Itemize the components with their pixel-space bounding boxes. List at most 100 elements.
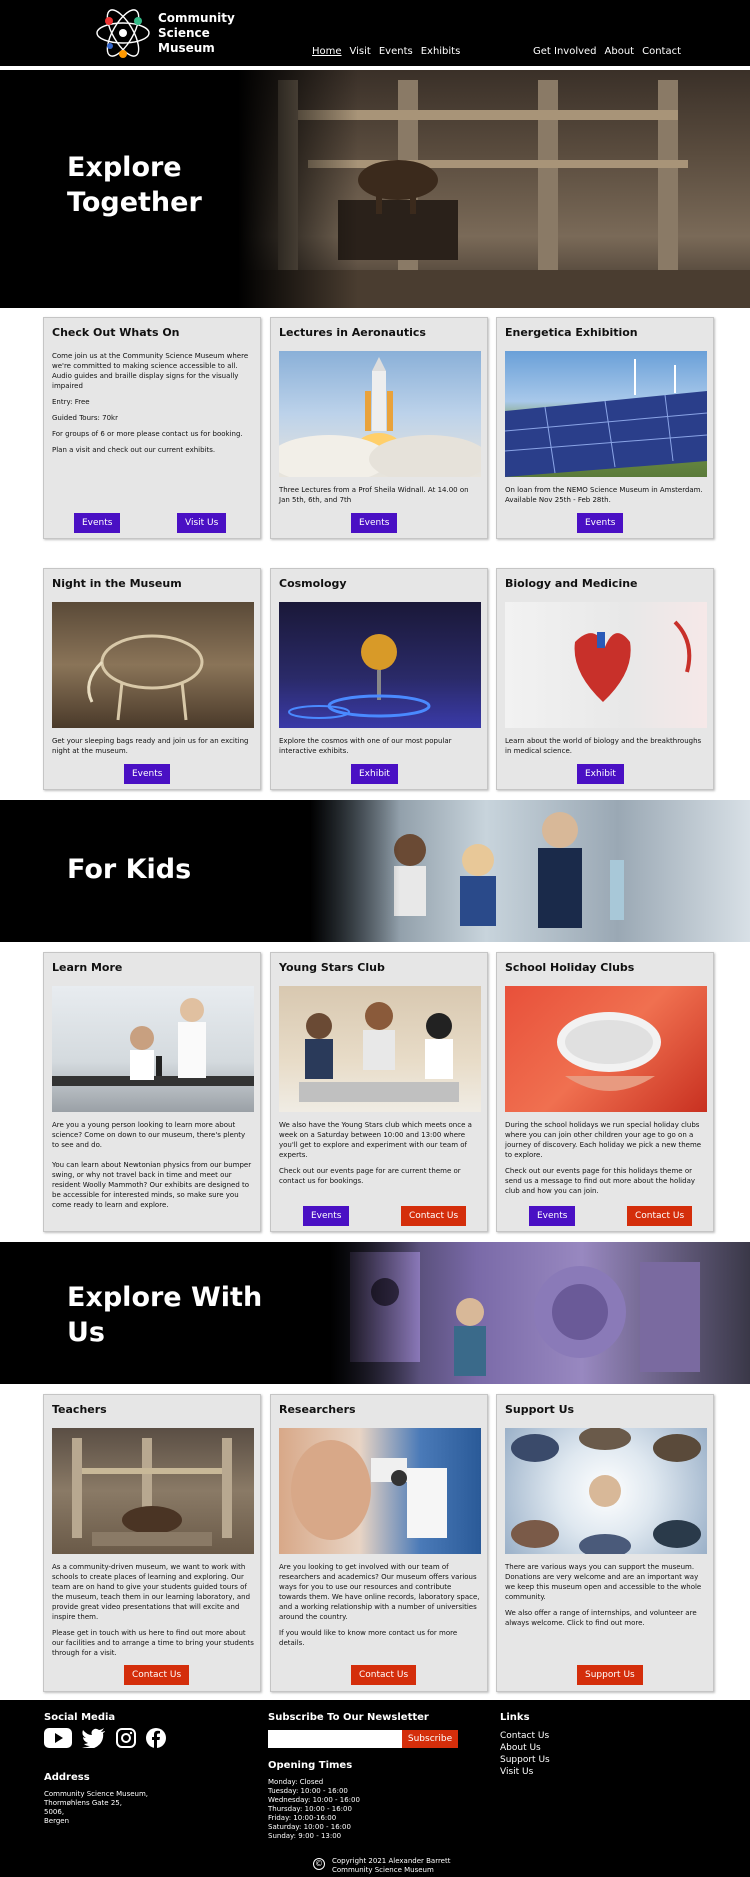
social-media-heading: Social Media (44, 1712, 116, 1723)
opening-times-list: Monday: Closed Tuesday: 10:00 - 16:00 We… (268, 1778, 360, 1840)
card-holiday-clubs: School Holiday Clubs During the school h… (496, 952, 714, 1232)
exhibit-button[interactable]: Exhibit (577, 764, 624, 784)
events-button[interactable]: Events (351, 513, 398, 533)
main-nav: Home Visit Events Exhibits (312, 46, 460, 57)
card-title: Energetica Exhibition (505, 326, 638, 339)
card-young-stars: Young Stars Club We also have the Young … (270, 952, 488, 1232)
site-footer: Social Media Address Community Science M… (0, 1700, 750, 1877)
links-heading: Links (500, 1712, 530, 1723)
card-title: Cosmology (279, 577, 347, 590)
address-heading: Address (44, 1772, 90, 1783)
opening-times-heading: Opening Times (268, 1760, 353, 1771)
explore-banner-title: Explore With Us (67, 1282, 263, 1348)
footer-link-about[interactable]: About Us (500, 1742, 550, 1754)
team-hands-image (505, 1428, 707, 1554)
card-cosmology: Cosmology Explore the cosmos with one of… (270, 568, 488, 790)
robotics-kids-image (279, 986, 481, 1112)
contact-us-button[interactable]: Contact Us (627, 1206, 693, 1226)
card-title: School Holiday Clubs (505, 961, 635, 974)
card-body: Explore the cosmos with one of our most … (279, 737, 452, 755)
contact-us-button[interactable]: Contact Us (401, 1206, 467, 1226)
solar-panels-image (505, 351, 707, 477)
card-body: Learn about the world of biology and the… (505, 737, 702, 755)
card-body: Three Lectures from a Prof Sheila Widnal… (279, 486, 469, 504)
copyright-text: Copyright 2021 Alexander Barrett Communi… (332, 1857, 451, 1874)
card-learn-more: Learn More Are you a young person lookin… (43, 952, 261, 1232)
card-body: Are you a young person looking to learn … (52, 1121, 252, 1209)
lab-children-image (52, 986, 254, 1112)
kids-banner-title: For Kids (67, 854, 192, 885)
events-button[interactable]: Events (124, 764, 171, 784)
nav-get-involved[interactable]: Get Involved (533, 46, 597, 57)
card-body: On loan from the NEMO Science Museum in … (505, 486, 703, 504)
secondary-nav: Get Involved About Contact (533, 46, 681, 57)
exhibit-button[interactable]: Exhibit (351, 764, 398, 784)
newsletter-heading: Subscribe To Our Newsletter (268, 1712, 429, 1723)
youtube-icon[interactable] (44, 1728, 72, 1752)
card-body: Are you looking to get involved with our… (279, 1563, 480, 1647)
twitter-icon[interactable] (82, 1728, 106, 1752)
microscope-researcher-image (279, 1428, 481, 1554)
card-researchers: Researchers Are you looking to get invol… (270, 1394, 488, 1692)
card-teachers: Teachers As a community-driven museum, w… (43, 1394, 261, 1692)
events-button[interactable]: Events (74, 513, 121, 533)
card-title: Biology and Medicine (505, 577, 638, 590)
card-title: Support Us (505, 1403, 575, 1416)
subscribe-button[interactable]: Subscribe (402, 1730, 458, 1748)
museum-rotunda-image (52, 1428, 254, 1554)
rocket-launch-image (279, 351, 481, 477)
visit-us-button[interactable]: Visit Us (177, 513, 227, 533)
events-button[interactable]: Events (529, 1206, 576, 1226)
nav-visit[interactable]: Visit (350, 46, 371, 57)
card-title: Check Out Whats On (52, 326, 180, 339)
card-body: During the school holidays we run specia… (505, 1121, 702, 1195)
newsletter-email-input[interactable] (268, 1730, 402, 1748)
card-title: Researchers (279, 1403, 356, 1416)
footer-link-support[interactable]: Support Us (500, 1754, 550, 1766)
instagram-icon[interactable] (116, 1728, 136, 1752)
explore-fade (330, 1242, 420, 1384)
kids-fade (310, 800, 400, 942)
footer-link-contact[interactable]: Contact Us (500, 1730, 550, 1742)
card-whats-on: Check Out Whats On Come join us at the C… (43, 317, 261, 539)
support-us-button[interactable]: Support Us (577, 1665, 643, 1685)
card-energetica: Energetica Exhibition On loan from the N… (496, 317, 714, 539)
card-body: We also have the Young Stars club which … (279, 1121, 472, 1185)
card-body: There are various ways you can support t… (505, 1563, 702, 1627)
contact-us-button[interactable]: Contact Us (124, 1665, 190, 1685)
events-button[interactable]: Events (577, 513, 624, 533)
nav-home[interactable]: Home (312, 46, 342, 57)
nav-about[interactable]: About (605, 46, 635, 57)
footer-links: Contact Us About Us Support Us Visit Us (500, 1730, 550, 1778)
hero-banner: Explore Together (0, 70, 750, 308)
card-biology: Biology and Medicine Learn about the wor… (496, 568, 714, 790)
address-text: Community Science Museum, Thormøhlens Ga… (44, 1790, 149, 1825)
logo-text: Community Science Museum (158, 10, 235, 55)
card-support: Support Us There are various ways you ca… (496, 1394, 714, 1692)
atom-logo-icon (94, 4, 152, 62)
card-aeronautics: Lectures in Aeronautics Three Lectures f… (270, 317, 488, 539)
contact-us-button[interactable]: Contact Us (351, 1665, 417, 1685)
copyright-icon: © (313, 1858, 325, 1870)
site-header: Community Science Museum Home Visit Even… (0, 0, 750, 66)
cosmology-exhibit-image (279, 602, 481, 728)
card-title: Lectures in Aeronautics (279, 326, 426, 339)
nav-exhibits[interactable]: Exhibits (421, 46, 461, 57)
vr-headset-image (505, 986, 707, 1112)
card-night-museum: Night in the Museum Get your sleeping ba… (43, 568, 261, 790)
logo[interactable]: Community Science Museum (94, 4, 254, 62)
card-title: Night in the Museum (52, 577, 182, 590)
card-body: Come join us at the Community Science Mu… (52, 352, 249, 454)
mammoth-skeleton-image (52, 602, 254, 728)
card-body: Get your sleeping bags ready and join us… (52, 737, 249, 755)
kids-banner: For Kids (0, 800, 750, 942)
footer-link-visit[interactable]: Visit Us (500, 1766, 550, 1778)
hero-title: Explore Together (67, 152, 202, 218)
social-icons (44, 1728, 166, 1752)
nav-contact[interactable]: Contact (642, 46, 681, 57)
facebook-icon[interactable] (146, 1728, 166, 1752)
card-body: As a community-driven museum, we want to… (52, 1563, 254, 1657)
events-button[interactable]: Events (303, 1206, 350, 1226)
card-title: Teachers (52, 1403, 107, 1416)
nav-events[interactable]: Events (379, 46, 413, 57)
